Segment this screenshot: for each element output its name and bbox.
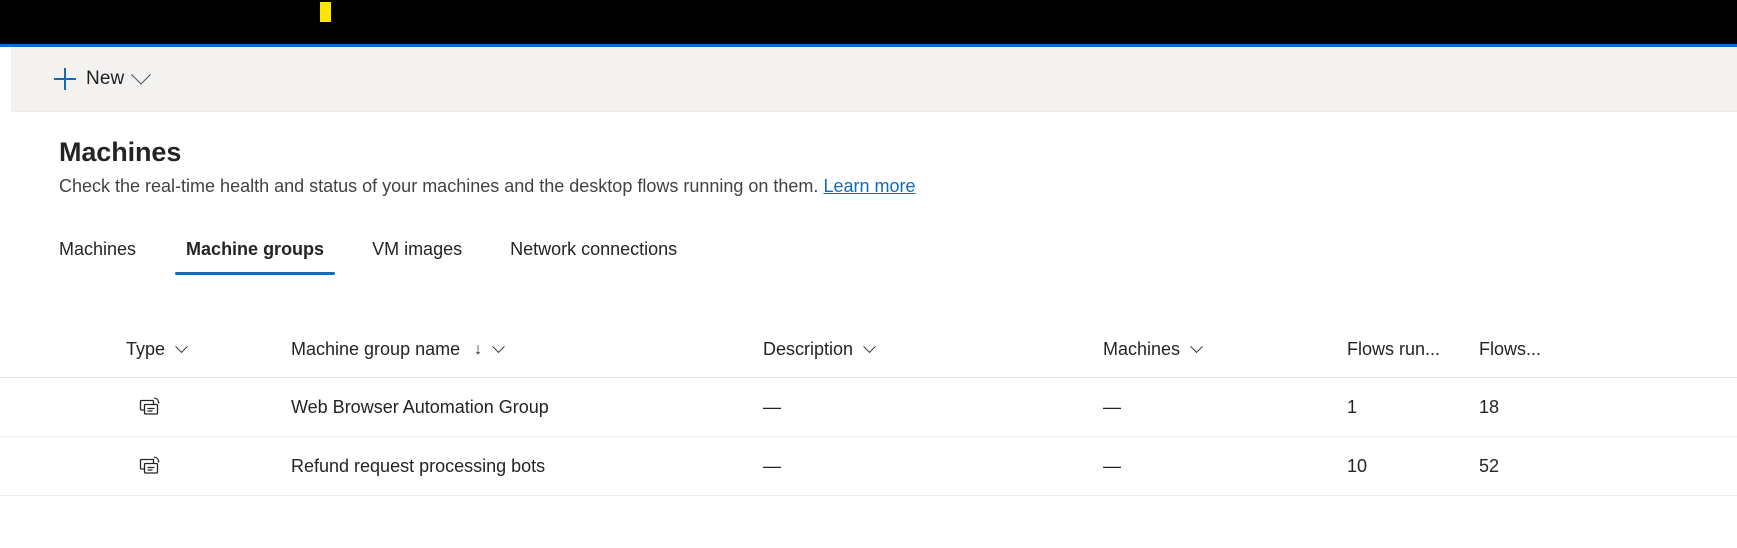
cell-flows-queued: 18	[1479, 378, 1499, 436]
tab-list: Machines Machine groups VM images Networ…	[59, 230, 701, 270]
table-row[interactable]: Web Browser Automation Group — — 1 18	[0, 378, 1737, 437]
tab-vm-images[interactable]: VM images	[348, 230, 486, 268]
yellow-marker	[320, 2, 331, 22]
column-header-type-label: Type	[126, 339, 165, 360]
tab-machines[interactable]: Machines	[59, 230, 162, 268]
tab-machine-groups-label: Machine groups	[186, 239, 324, 260]
column-header-type[interactable]: Type	[126, 322, 186, 377]
cell-description: —	[763, 378, 781, 436]
column-header-flows-running[interactable]: Flows run...	[1347, 322, 1440, 377]
cell-flows-running: 1	[1347, 378, 1357, 436]
new-button-label: New	[86, 68, 124, 90]
column-header-machines[interactable]: Machines	[1103, 322, 1201, 377]
tab-network-connections[interactable]: Network connections	[486, 230, 701, 268]
cell-machine-group-name: Refund request processing bots	[291, 437, 545, 495]
table-left-rail	[0, 378, 44, 436]
column-header-machines-label: Machines	[1103, 339, 1180, 360]
chevron-down-icon[interactable]	[492, 340, 505, 353]
table-header-row: Type Machine group name ↓ Description Ma…	[0, 322, 1737, 378]
cell-description: —	[763, 437, 781, 495]
column-header-machine-group-name[interactable]: Machine group name ↓	[291, 322, 503, 377]
tab-machine-groups[interactable]: Machine groups	[162, 230, 348, 268]
page-subtitle: Check the real-time health and status of…	[59, 176, 916, 197]
table-row[interactable]: Refund request processing bots — — 10 52	[0, 437, 1737, 496]
page-title: Machines	[59, 137, 181, 168]
sort-ascending-icon: ↓	[474, 341, 482, 359]
cell-flows-running: 10	[1347, 437, 1367, 495]
column-header-flows-running-label: Flows run...	[1347, 339, 1440, 360]
column-header-description-label: Description	[763, 339, 853, 360]
column-header-description[interactable]: Description	[763, 322, 874, 377]
chevron-down-icon[interactable]	[131, 65, 151, 85]
browser-top-bar	[0, 0, 1737, 44]
command-bar-left-rail	[0, 47, 11, 112]
tab-network-connections-label: Network connections	[510, 239, 677, 260]
tab-machines-label: Machines	[59, 239, 136, 260]
new-button[interactable]: New	[48, 61, 154, 97]
table-left-rail	[0, 437, 44, 495]
machine-group-icon	[138, 453, 164, 479]
machine-group-icon	[138, 394, 164, 420]
page-content: Machines Check the real-time health and …	[0, 112, 1737, 548]
page-subtitle-text: Check the real-time health and status of…	[59, 176, 818, 196]
machine-groups-table: Type Machine group name ↓ Description Ma…	[0, 322, 1737, 496]
cell-machines: —	[1103, 437, 1121, 495]
app-root: New Machines Check the real-time health …	[0, 0, 1737, 548]
cell-machine-group-name: Web Browser Automation Group	[291, 378, 549, 436]
plus-icon	[54, 68, 76, 90]
table-left-rail	[0, 322, 44, 377]
tab-vm-images-label: VM images	[372, 239, 462, 260]
learn-more-link[interactable]: Learn more	[823, 176, 915, 196]
chevron-down-icon[interactable]	[863, 340, 876, 353]
column-header-flows-queued-label: Flows...	[1479, 339, 1541, 360]
chevron-down-icon[interactable]	[175, 340, 188, 353]
column-header-flows-queued[interactable]: Flows...	[1479, 322, 1541, 377]
chevron-down-icon[interactable]	[1190, 340, 1203, 353]
command-bar: New	[0, 47, 1737, 112]
cell-machines: —	[1103, 378, 1121, 436]
cell-flows-queued: 52	[1479, 437, 1499, 495]
column-header-machine-group-name-label: Machine group name	[291, 339, 460, 360]
